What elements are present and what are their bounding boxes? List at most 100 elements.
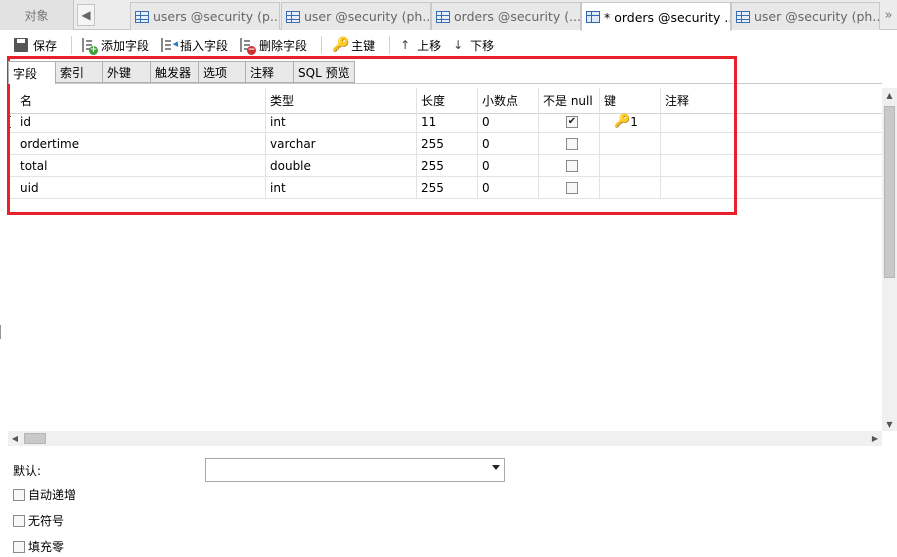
tab-user-security[interactable]: user @security (ph...: [281, 2, 431, 30]
header-type[interactable]: 类型: [266, 88, 417, 113]
insert-field-button[interactable]: 插入字段: [157, 33, 232, 57]
toolbar: 保存 添加字段 插入字段 删除字段 🔑 主键 ↑ 上移 ↓ 下移: [0, 31, 897, 59]
tab-user-security-2[interactable]: user @security (ph...: [731, 2, 880, 30]
field-type-cell[interactable]: double: [266, 155, 417, 176]
document-tab-strip: 对象 ◀ users @security (p... user @securit…: [0, 0, 897, 31]
move-down-button[interactable]: ↓ 下移: [449, 33, 498, 57]
tab-fields[interactable]: 字段: [8, 61, 56, 84]
tab-comment[interactable]: 注释: [245, 61, 294, 83]
primary-key-button[interactable]: 🔑 主键: [328, 33, 379, 57]
header-comment[interactable]: 注释: [661, 88, 882, 113]
tab-label: user @security (ph...: [754, 9, 880, 24]
field-name-cell[interactable]: id: [16, 111, 266, 132]
splitter-handle[interactable]: [0, 325, 3, 339]
save-icon: [14, 38, 28, 52]
field-key-cell[interactable]: [600, 133, 661, 154]
auto-increment-checkbox[interactable]: [13, 488, 25, 501]
key-icon: 🔑: [332, 37, 350, 53]
tab-options[interactable]: 选项: [198, 61, 246, 83]
field-length-cell[interactable]: 255: [417, 155, 478, 176]
vertical-scrollbar[interactable]: ▲ ▼: [882, 88, 897, 431]
table-row[interactable]: uid int 255 0: [8, 177, 882, 199]
table-icon: [436, 10, 450, 23]
unsigned-option[interactable]: 无符号: [13, 512, 64, 529]
zerofill-checkbox[interactable]: [13, 540, 25, 553]
field-decimals-cell[interactable]: 0: [478, 111, 539, 132]
row-selector[interactable]: [8, 177, 16, 198]
horizontal-scrollbar[interactable]: ◀ ▶: [8, 431, 882, 446]
field-decimals-cell[interactable]: 0: [478, 177, 539, 198]
table-row[interactable]: total double 255 0: [8, 155, 882, 177]
scroll-up-arrow-icon[interactable]: ▲: [882, 88, 897, 102]
field-decimals-cell[interactable]: 0: [478, 155, 539, 176]
auto-increment-label: 自动递增: [28, 488, 77, 502]
field-comment-cell[interactable]: [661, 133, 882, 154]
header-not-null[interactable]: 不是 null: [539, 88, 600, 113]
table-row[interactable]: id int 11 0 ✔ 🔑 1: [8, 111, 882, 133]
tab-triggers[interactable]: 触发器: [150, 61, 199, 83]
tab-orders-security-active[interactable]: * orders @security ...: [581, 2, 731, 31]
not-null-checkbox[interactable]: [566, 181, 578, 194]
field-name-cell[interactable]: uid: [16, 177, 266, 198]
chevron-left-icon: ◀: [81, 8, 91, 22]
not-null-checkbox[interactable]: ✔: [566, 115, 578, 128]
horizontal-scroll-thumb[interactable]: [24, 433, 46, 444]
tab-objects[interactable]: 对象: [0, 0, 74, 30]
field-comment-cell[interactable]: [661, 111, 882, 132]
table-icon: [135, 10, 149, 23]
row-selector[interactable]: [8, 111, 16, 132]
table-row[interactable]: ordertime varchar 255 0: [8, 133, 882, 155]
auto-increment-option[interactable]: 自动递增: [13, 486, 76, 503]
tab-indexes[interactable]: 索引: [55, 61, 103, 83]
unsigned-checkbox[interactable]: [13, 514, 25, 527]
field-key-cell[interactable]: 🔑 1: [600, 111, 661, 132]
field-type-cell[interactable]: varchar: [266, 133, 417, 154]
chevron-down-icon: [492, 465, 500, 470]
move-up-button[interactable]: ↑ 上移: [396, 33, 445, 57]
toolbar-separator: [71, 36, 73, 54]
field-length-cell[interactable]: 255: [417, 177, 478, 198]
field-comment-cell[interactable]: [661, 155, 882, 176]
field-length-cell[interactable]: 11: [417, 111, 478, 132]
field-comment-cell[interactable]: [661, 177, 882, 198]
table-design-icon: [586, 11, 600, 23]
default-value-select[interactable]: [205, 458, 505, 482]
move-down-label: 下移: [470, 38, 495, 53]
field-key-cell[interactable]: [600, 155, 661, 176]
tab-users-security[interactable]: users @security (p...: [130, 2, 280, 30]
field-not-null-cell: [539, 177, 600, 198]
row-selector[interactable]: [8, 155, 16, 176]
not-null-checkbox[interactable]: [566, 159, 578, 172]
vertical-scroll-thumb[interactable]: [884, 106, 895, 278]
scroll-left-arrow-icon[interactable]: ◀: [8, 431, 22, 446]
add-field-button[interactable]: 添加字段: [78, 33, 153, 57]
field-decimals-cell[interactable]: 0: [478, 133, 539, 154]
field-name-cell[interactable]: ordertime: [16, 133, 266, 154]
tab-scroll-left-button[interactable]: ◀: [77, 4, 95, 26]
not-null-checkbox[interactable]: [566, 137, 578, 150]
field-type-cell[interactable]: int: [266, 111, 417, 132]
zerofill-option[interactable]: 填充零: [13, 538, 64, 555]
field-key-cell[interactable]: [600, 177, 661, 198]
add-field-label: 添加字段: [101, 38, 150, 53]
header-decimals[interactable]: 小数点: [478, 88, 539, 113]
scroll-right-arrow-icon[interactable]: ▶: [868, 431, 882, 446]
field-type-cell[interactable]: int: [266, 177, 417, 198]
delete-field-button[interactable]: 删除字段: [236, 33, 311, 57]
field-name-cell[interactable]: total: [16, 155, 266, 176]
field-length-cell[interactable]: 255: [417, 133, 478, 154]
row-selector-header: [8, 88, 16, 113]
add-field-icon: [82, 38, 99, 55]
header-key[interactable]: 键: [600, 88, 661, 113]
header-name[interactable]: 名: [16, 88, 266, 113]
scroll-down-arrow-icon[interactable]: ▼: [882, 417, 897, 431]
tab-foreign-keys[interactable]: 外键: [102, 61, 151, 83]
header-length[interactable]: 长度: [417, 88, 478, 113]
more-tabs-button[interactable]: »: [880, 4, 897, 26]
chevron-double-right-icon: »: [884, 7, 893, 23]
row-selector[interactable]: [8, 133, 16, 154]
tab-orders-security[interactable]: orders @security (...: [431, 2, 581, 30]
save-button[interactable]: 保存: [10, 33, 61, 57]
tab-sql-preview[interactable]: SQL 预览: [293, 61, 355, 83]
toolbar-separator: [389, 36, 391, 54]
